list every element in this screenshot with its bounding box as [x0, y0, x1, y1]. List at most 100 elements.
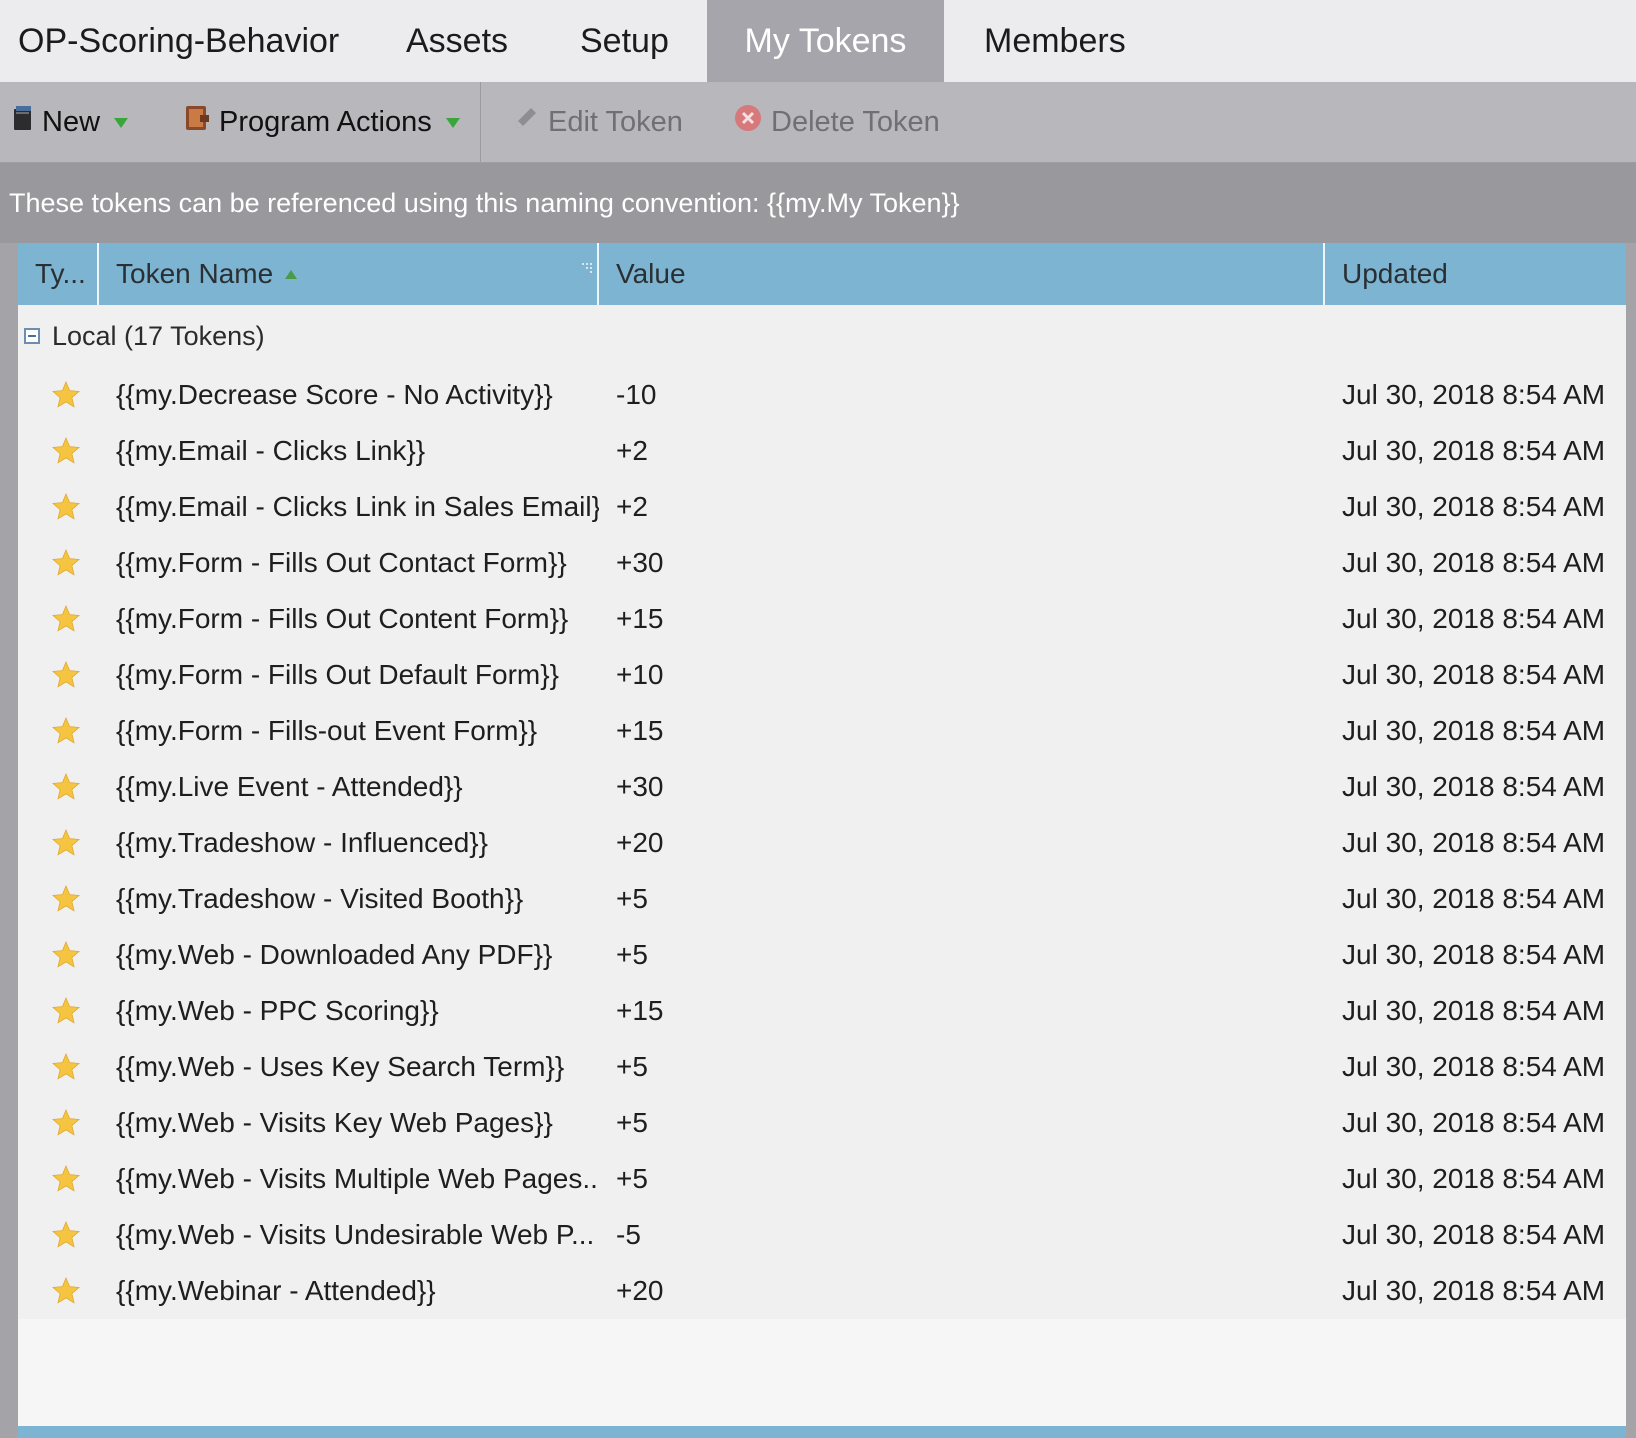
column-header-type[interactable]: Ty... [18, 243, 99, 305]
token-name-cell: {{my.Form - Fills Out Default Form}} [116, 659, 559, 690]
edit-token-label: Edit Token [548, 105, 683, 138]
token-value-cell: +15 [616, 603, 664, 634]
token-updated-cell: Jul 30, 2018 8:54 AM [1342, 995, 1606, 1026]
sort-ascending-icon [285, 269, 298, 279]
program-actions-button[interactable]: Program Actions [183, 82, 460, 162]
table-row[interactable]: {{my.Tradeshow - Visited Booth}} +5 Jul 30… [18, 871, 1626, 927]
new-document-icon [12, 104, 34, 140]
token-updated-cell: Jul 30, 2018 8:54 AM [1342, 1275, 1606, 1306]
star-icon [51, 548, 80, 576]
token-name-cell: {{my.Web - Visits Multiple Web Pages... [116, 1163, 599, 1194]
star-icon [51, 884, 80, 912]
token-name-cell: {{my.Web - Visits Key Web Pages}} [116, 1107, 553, 1138]
new-button-label: New [42, 105, 101, 138]
token-type-cell [18, 996, 99, 1026]
table-row[interactable]: {{my.Form - Fills Out Default Form}} +10 J… [18, 647, 1626, 703]
token-updated-cell: Jul 30, 2018 8:54 AM [1342, 491, 1606, 522]
token-naming-info: These tokens can be referenced using thi… [0, 163, 1636, 243]
token-name-cell: {{my.Form - Fills Out Content Form}} [116, 603, 569, 634]
token-type-cell [18, 716, 99, 746]
star-icon [51, 604, 80, 632]
program-actions-dropdown-arrow-icon [445, 118, 460, 128]
token-name-cell: {{my.Live Event - Attended}} [116, 771, 463, 802]
token-type-cell [18, 1276, 99, 1306]
token-updated-cell: Jul 30, 2018 8:54 AM [1342, 715, 1606, 746]
program-actions-label: Program Actions [219, 105, 432, 138]
token-value-cell: +5 [616, 883, 648, 914]
table-row[interactable]: {{my.Form - Fills Out Contact Form}} +30 J… [18, 535, 1626, 591]
grid-bottom-bar [18, 1426, 1626, 1438]
token-updated-cell: Jul 30, 2018 8:54 AM [1342, 1107, 1606, 1138]
tab-setup[interactable]: Setup [546, 0, 707, 82]
table-row[interactable]: {{my.Webinar - Attended}} +20 Jul 30, 2018… [18, 1263, 1626, 1319]
token-value-cell: +15 [616, 715, 664, 746]
table-row[interactable]: {{my.Web - PPC Scoring}} +15 Jul 30, 2018 … [18, 983, 1626, 1039]
star-icon [51, 940, 80, 968]
token-value-cell: +5 [616, 1107, 648, 1138]
column-resize-grip-icon[interactable] [581, 249, 595, 273]
token-type-cell [18, 1164, 99, 1194]
token-type-cell [18, 436, 99, 466]
grid-header: Ty... Token Name Value Updated [18, 243, 1626, 305]
token-name-cell: {{my.Form - Fills Out Contact Form}} [116, 547, 567, 578]
table-row[interactable]: {{my.Form - Fills-out Event Form}} +15 Jul… [18, 703, 1626, 759]
token-type-cell [18, 604, 99, 634]
tab-program-name[interactable]: OP-Scoring-Behavior [0, 0, 376, 82]
token-updated-cell: Jul 30, 2018 8:54 AM [1342, 939, 1606, 970]
token-name-cell: {{my.Web - Downloaded Any PDF}} [116, 939, 553, 970]
program-actions-icon [183, 103, 211, 141]
new-button[interactable]: New [12, 82, 129, 162]
table-row[interactable]: {{my.Web - Visits Key Web Pages}} +5 Jul 3… [18, 1095, 1626, 1151]
token-rows: {{my.Decrease Score - No Activity}} -10 Ju… [18, 367, 1626, 1319]
tokens-grid: Ty... Token Name Value Updated Local (17… [18, 243, 1626, 1438]
delete-token-label: Delete Token [771, 105, 940, 138]
token-updated-cell: Jul 30, 2018 8:54 AM [1342, 883, 1606, 914]
toolbar: New Program Actions Edit Token Delete To… [0, 82, 1636, 163]
star-icon [51, 1276, 80, 1304]
table-row[interactable]: {{my.Tradeshow - Influenced}} +20 Jul 30, … [18, 815, 1626, 871]
column-header-updated[interactable]: Updated [1325, 243, 1626, 305]
table-row[interactable]: {{my.Decrease Score - No Activity}} -10 Ju… [18, 367, 1626, 423]
delete-token-button[interactable]: Delete Token [733, 82, 940, 162]
table-row[interactable]: {{my.Email - Clicks Link}} +2 Jul 30, 2018… [18, 423, 1626, 479]
collapse-icon[interactable] [24, 328, 40, 344]
group-row-local[interactable]: Local (17 Tokens) [18, 305, 1626, 367]
tab-members[interactable]: Members [944, 0, 1194, 82]
tab-my-tokens[interactable]: My Tokens [707, 0, 944, 82]
token-type-cell [18, 1052, 99, 1082]
star-icon [51, 1108, 80, 1136]
token-value-cell: +10 [616, 659, 664, 690]
token-value-cell: +5 [616, 939, 648, 970]
token-value-cell: +30 [616, 771, 664, 802]
token-type-cell [18, 380, 99, 410]
token-value-cell: +30 [616, 547, 664, 578]
token-name-cell: {{my.Tradeshow - Influenced}} [116, 827, 488, 858]
token-value-cell: +5 [616, 1163, 648, 1194]
tab-assets[interactable]: Assets [376, 0, 546, 82]
table-row[interactable]: {{my.Form - Fills Out Content Form}} +15 J… [18, 591, 1626, 647]
table-row[interactable]: {{my.Email - Clicks Link in Sales Email}… [18, 479, 1626, 535]
table-row[interactable]: {{my.Web - Visits Undesirable Web P... -5… [18, 1207, 1626, 1263]
token-updated-cell: Jul 30, 2018 8:54 AM [1342, 771, 1606, 802]
token-value-cell: +20 [616, 1275, 664, 1306]
edit-token-button[interactable]: Edit Token [512, 82, 683, 162]
token-value-cell: +5 [616, 1051, 648, 1082]
token-name-cell: {{my.Email - Clicks Link}} [116, 435, 426, 466]
table-row[interactable]: {{my.Web - Uses Key Search Term}} +5 Jul 3… [18, 1039, 1626, 1095]
token-naming-info-text: These tokens can be referenced using thi… [9, 187, 960, 218]
column-header-value[interactable]: Value [599, 243, 1325, 305]
column-header-token-name[interactable]: Token Name [99, 243, 599, 305]
token-updated-cell: Jul 30, 2018 8:54 AM [1342, 1219, 1606, 1250]
star-icon [51, 380, 80, 408]
toolbar-divider [480, 82, 481, 162]
token-type-cell [18, 940, 99, 970]
delete-icon [733, 103, 763, 141]
table-row[interactable]: {{my.Web - Downloaded Any PDF}} +5 Jul 30,… [18, 927, 1626, 983]
column-header-updated-label: Updated [1342, 258, 1448, 289]
pencil-icon [512, 104, 540, 140]
table-row[interactable]: {{my.Web - Visits Multiple Web Pages... +… [18, 1151, 1626, 1207]
token-name-cell: {{my.Web - Uses Key Search Term}} [116, 1051, 565, 1082]
token-name-cell: {{my.Webinar - Attended}} [116, 1275, 436, 1306]
token-updated-cell: Jul 30, 2018 8:54 AM [1342, 1163, 1606, 1194]
table-row[interactable]: {{my.Live Event - Attended}} +30 Jul 30, 2… [18, 759, 1626, 815]
